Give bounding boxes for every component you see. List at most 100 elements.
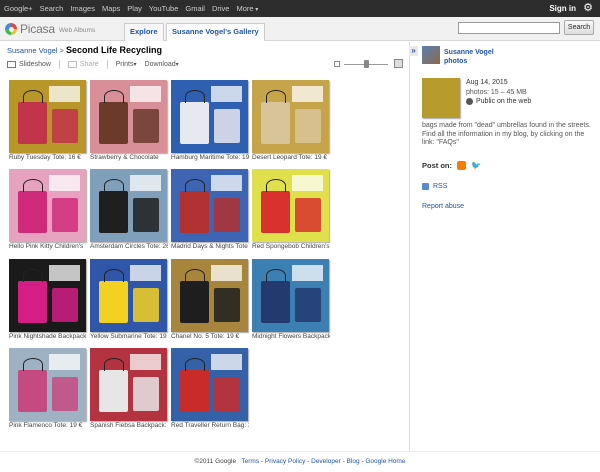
topbar-link-images[interactable]: Images [70, 4, 95, 13]
photo-bag-strap [22, 179, 43, 193]
search-input[interactable] [458, 22, 560, 34]
photo-caption[interactable]: Spanish Fiebsa Backpack: 19 [90, 422, 168, 431]
tab-gallery[interactable]: Susanne Vogel's Gallery [166, 23, 265, 41]
small-thumbnails-icon[interactable] [334, 61, 340, 67]
photo-thumbnail[interactable] [171, 348, 248, 421]
photo-bag-detail [133, 288, 160, 322]
footer-link-terms[interactable]: Terms [241, 458, 259, 465]
photo-label-card [130, 264, 161, 281]
photo-caption[interactable]: Yellow Submarine Tote: 19 € [90, 333, 168, 342]
photo-bag-strap [103, 358, 124, 372]
topbar-link-maps[interactable]: Maps [102, 4, 120, 13]
photo-caption[interactable]: Hello Pink Kitty Children's [9, 243, 87, 252]
topbar-link-gmail[interactable]: Gmail [185, 4, 205, 13]
photo-caption[interactable]: Red Spongebob Children's [252, 243, 330, 252]
avatar[interactable] [422, 46, 440, 64]
photo-bag-shape [99, 280, 129, 324]
large-thumbnails-icon[interactable] [394, 59, 403, 68]
photo-label-card [49, 85, 80, 102]
rss-link[interactable]: RSS [422, 183, 447, 190]
photo-caption[interactable]: Ruby Tuesday Tote: 16 € [9, 154, 87, 163]
collapse-sidebar-icon[interactable]: » [409, 46, 418, 56]
topbar-link-google-plus[interactable]: Google+ [4, 4, 33, 13]
photo-caption[interactable]: Red Traveller Return Bag: 38 [171, 422, 249, 431]
album-visibility: Public on the web [466, 98, 531, 105]
photo-thumbnail[interactable] [252, 259, 329, 332]
photo-bag-shape [261, 280, 291, 324]
album-description: bags made from "dead" umbrellas found in… [422, 122, 591, 146]
footer-link-google-home[interactable]: Google Home [365, 458, 405, 465]
photo-bag-detail [214, 109, 241, 143]
photo-bag-shape [99, 190, 129, 234]
sidebar-user-name[interactable]: Susanne Vogel [444, 48, 494, 57]
picasa-logo-icon [5, 23, 17, 35]
photo-bag-shape [99, 101, 129, 145]
footer-link-blog[interactable]: Blog [347, 458, 360, 465]
tab-explore[interactable]: Explore [124, 23, 164, 41]
share-button[interactable]: Share [67, 61, 99, 68]
photo-caption[interactable]: Desert Leopard Tote: 19 € [252, 154, 330, 163]
topbar-link-play[interactable]: Play [127, 4, 142, 13]
blogger-icon[interactable] [457, 161, 466, 170]
gear-icon[interactable]: ⚙ [583, 2, 593, 14]
photo-thumbnail[interactable] [171, 259, 248, 332]
photo-thumbnail[interactable] [252, 80, 329, 153]
photo-thumbnail[interactable] [9, 169, 86, 242]
photo-bag-shape [99, 369, 129, 413]
photo-bag-shape [261, 190, 291, 234]
photo-caption[interactable]: Midnight Flowers Backpack [252, 333, 330, 342]
download-menu[interactable]: Download [145, 61, 179, 68]
breadcrumb-user-link[interactable]: Susanne Vogel [7, 46, 57, 55]
photo-caption[interactable]: Madrid Days & Nights Tote [171, 243, 249, 252]
photo-caption[interactable]: Chanel No. 5 Tote: 19 € [171, 333, 249, 342]
mail-icon [67, 61, 77, 68]
photo-thumbnail[interactable] [171, 80, 248, 153]
picasa-logo[interactable]: Picasa Web Albums [5, 22, 95, 36]
photo-bag-detail [133, 198, 160, 232]
photo-thumbnail[interactable] [9, 259, 86, 332]
slideshow-button[interactable]: Slideshow [7, 61, 51, 68]
photo-caption[interactable]: Amsterdam Circles Tote: 26 [90, 243, 168, 252]
photo-bag-strap [103, 269, 124, 283]
zoom-slider-handle[interactable] [364, 60, 369, 68]
photo-caption[interactable]: Strawberry & Chocolate [90, 154, 168, 163]
visibility-label: Public on the web [476, 98, 532, 105]
sidebar-user[interactable]: Susanne Vogel photos [444, 48, 494, 66]
prints-menu[interactable]: Prints [116, 61, 137, 68]
photo-bag-detail [295, 198, 322, 232]
photo-bag-shape [18, 190, 48, 234]
slideshow-label: Slideshow [19, 61, 51, 68]
photo-bag-shape [180, 369, 210, 413]
footer-link-developer[interactable]: Developer [311, 458, 341, 465]
photo-thumbnail[interactable] [90, 348, 167, 421]
photo-caption[interactable]: Pink Nightshade Backpack [9, 333, 87, 342]
photo-bag-shape [18, 101, 48, 145]
photo-thumbnail[interactable] [9, 348, 86, 421]
topbar-link-search[interactable]: Search [40, 4, 64, 13]
sign-in-link[interactable]: Sign in [549, 4, 576, 13]
photo-bag-strap [184, 179, 205, 193]
share-label: Share [79, 61, 99, 68]
topbar-link-drive[interactable]: Drive [212, 4, 230, 13]
topbar-link-youtube[interactable]: YouTube [149, 4, 178, 13]
photo-caption[interactable]: Pink Flamenco Tote: 19 € [9, 422, 87, 431]
photo-label-card [130, 353, 161, 370]
rss-icon [422, 183, 429, 190]
photo-thumbnail[interactable] [90, 259, 167, 332]
rss-label: RSS [433, 183, 448, 190]
photo-thumbnail[interactable] [90, 169, 167, 242]
footer-link-privacy[interactable]: Privacy Policy [265, 458, 305, 465]
photo-caption[interactable]: Hamburg Maritime Tote: 19 € [171, 154, 249, 163]
photo-thumbnail[interactable] [90, 80, 167, 153]
post-on-label: Post on: [422, 161, 452, 170]
sidebar-user-photos-link[interactable]: photos [444, 57, 494, 66]
photo-thumbnail[interactable] [9, 80, 86, 153]
photo-bag-shape [180, 190, 210, 234]
photo-thumbnail[interactable] [252, 169, 329, 242]
photo-thumbnail[interactable] [171, 169, 248, 242]
search-button[interactable]: Search [564, 20, 594, 35]
topbar-link-more[interactable]: More [236, 4, 258, 13]
twitter-icon[interactable]: 🐦 [471, 161, 481, 170]
photo-bag-strap [22, 269, 43, 283]
report-abuse-link[interactable]: Report abuse [422, 203, 464, 210]
